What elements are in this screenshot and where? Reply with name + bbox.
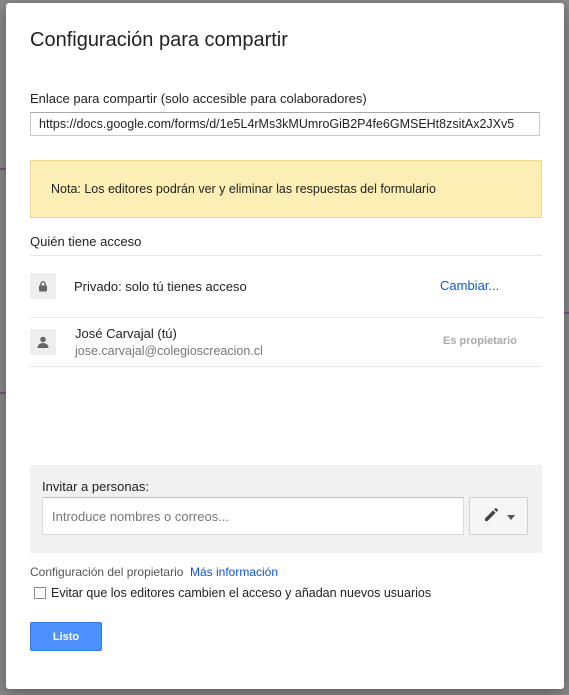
owner-email: jose.carvajal@colegioscreacion.cl — [75, 344, 263, 358]
share-link-field[interactable]: https://docs.google.com/forms/d/1e5L4rMs… — [30, 112, 540, 136]
person-icon — [30, 329, 56, 355]
prevent-editors-label[interactable]: Evitar que los editores cambien el acces… — [51, 586, 431, 600]
privacy-status: Privado: solo tú tienes acceso — [74, 279, 247, 294]
divider — [30, 366, 542, 367]
access-section-title: Quién tiene acceso — [30, 234, 142, 249]
owner-settings-label: Configuración del propietario — [30, 565, 184, 579]
more-info-link[interactable]: Más información — [190, 565, 278, 579]
share-link-label: Enlace para compartir (solo accesible pa… — [30, 91, 367, 106]
dialog-title: Configuración para compartir — [30, 29, 288, 51]
prevent-editors-checkbox[interactable] — [34, 587, 46, 599]
chevron-down-icon — [506, 507, 515, 525]
change-access-link[interactable]: Cambiar... — [440, 278, 499, 293]
invite-panel: Invitar a personas: — [30, 465, 542, 553]
divider — [30, 317, 542, 318]
divider — [30, 255, 542, 256]
owner-name: José Carvajal (tú) — [75, 326, 177, 341]
invite-label: Invitar a personas: — [42, 479, 149, 494]
pencil-icon — [483, 505, 501, 528]
invite-input[interactable] — [42, 497, 464, 535]
lock-icon — [30, 273, 56, 299]
backdrop-decoration — [564, 312, 569, 314]
share-settings-dialog: Configuración para compartir Enlace para… — [6, 3, 564, 689]
editors-note: Nota: Los editores podrán ver y eliminar… — [30, 160, 542, 218]
owner-role: Es propietario — [443, 335, 517, 347]
permission-dropdown-button[interactable] — [469, 497, 528, 535]
done-button[interactable]: Listo — [30, 622, 102, 651]
